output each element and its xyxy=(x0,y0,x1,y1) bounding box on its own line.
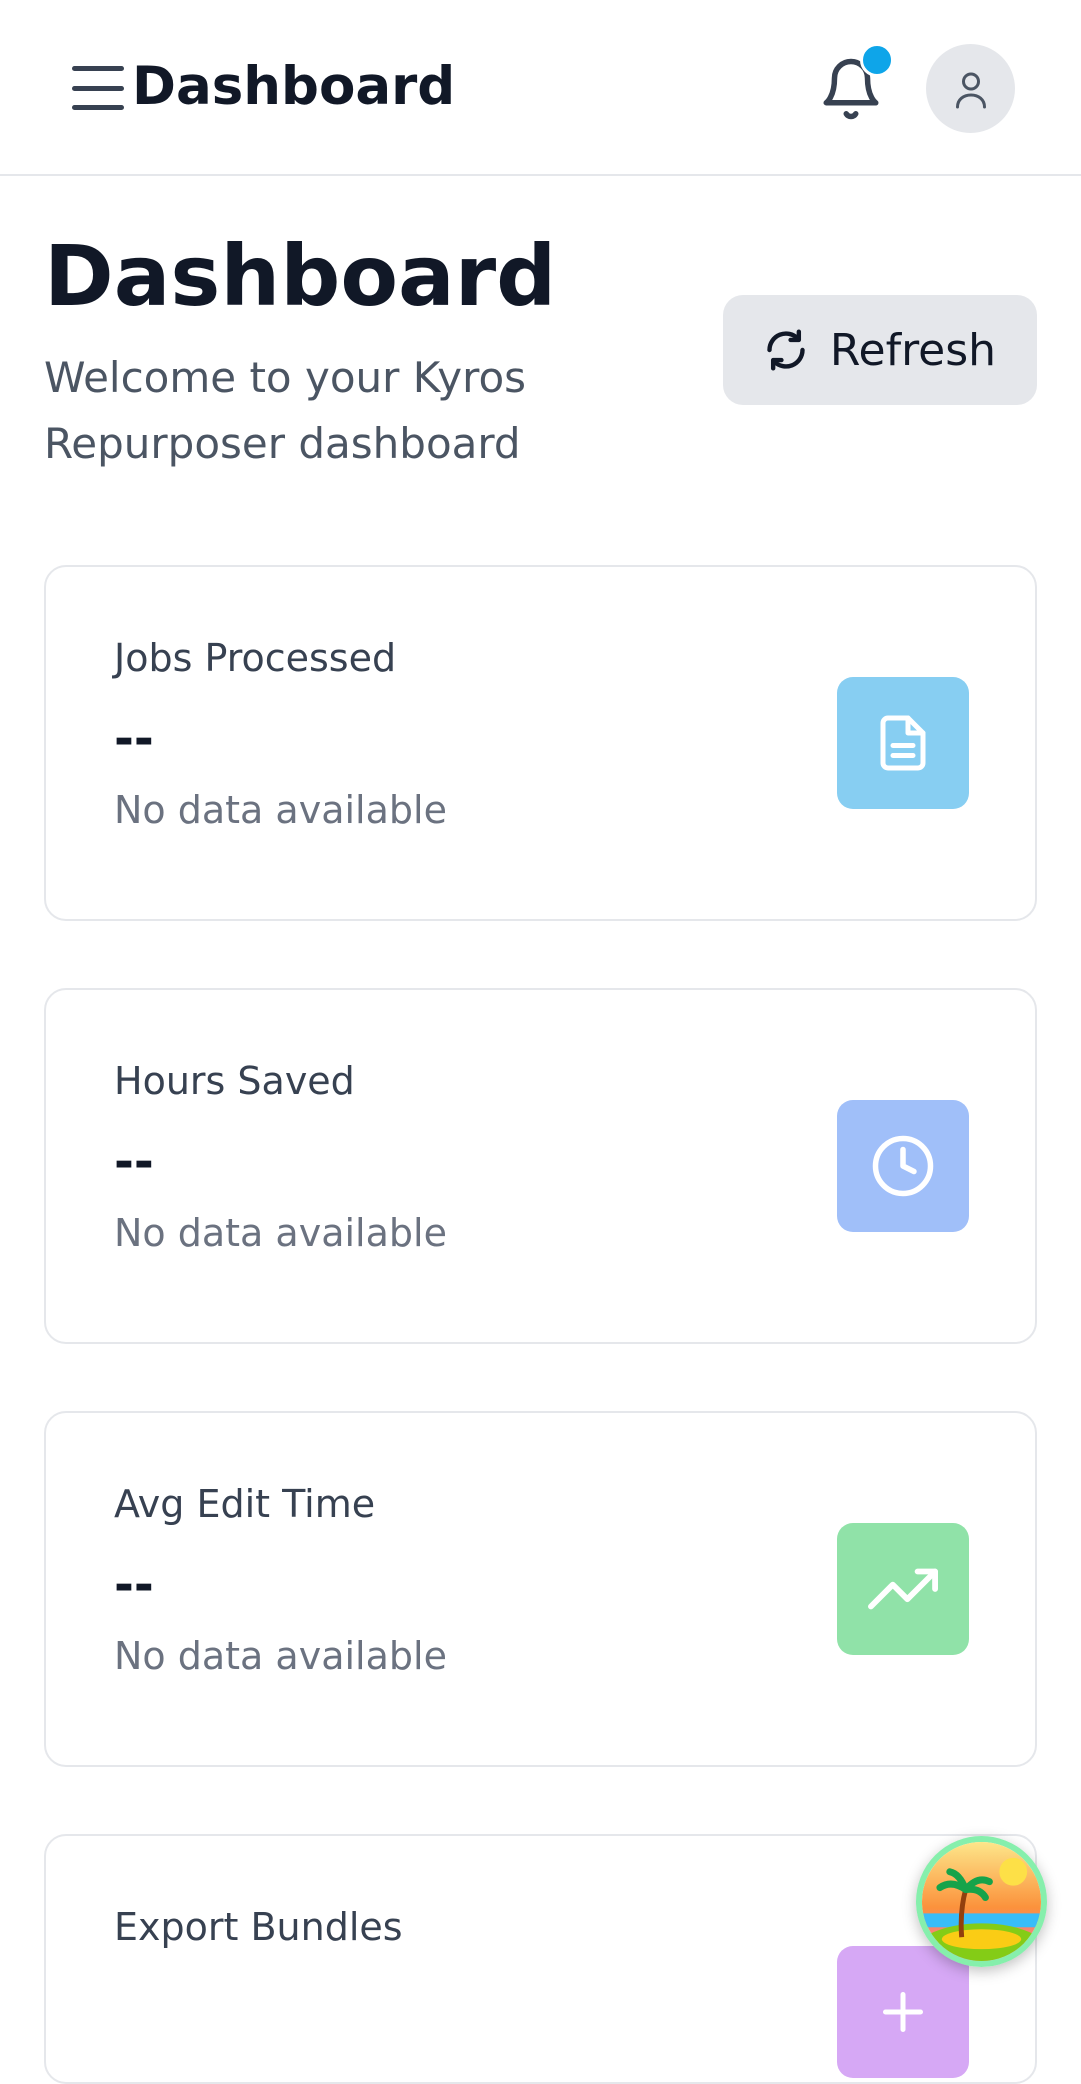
avatar[interactable] xyxy=(926,44,1015,133)
island-beach-icon xyxy=(922,1842,1041,1961)
stat-card-export-bundles: Export Bundles xyxy=(44,1834,1037,2084)
stat-card-value: -- xyxy=(114,711,154,767)
topbar-title: Dashboard xyxy=(132,56,456,117)
notification-dot xyxy=(860,43,894,77)
stat-card-note: No data available xyxy=(114,1211,447,1255)
refresh-icon xyxy=(767,329,805,371)
stat-card-title: Hours Saved xyxy=(114,1059,355,1103)
refresh-label: Refresh xyxy=(829,324,997,376)
stat-card-hours-saved: Hours Saved -- No data available xyxy=(44,988,1037,1344)
stat-card-title: Jobs Processed xyxy=(114,636,397,680)
top-bar: Dashboard xyxy=(0,0,1081,176)
page-subtitle: Welcome to your Kyros Repurposer dashboa… xyxy=(44,353,527,468)
stat-card-note: No data available xyxy=(114,788,447,832)
clock-icon xyxy=(837,1100,969,1232)
document-icon xyxy=(837,677,969,809)
stat-card-value: -- xyxy=(114,1557,154,1613)
user-icon xyxy=(955,72,986,108)
page-title: Dashboard xyxy=(44,227,557,325)
refresh-button[interactable]: Refresh xyxy=(723,295,1037,405)
stat-card-note: No data available xyxy=(114,1634,447,1678)
stat-card-value: -- xyxy=(114,1134,154,1190)
stat-card-title: Export Bundles xyxy=(114,1905,403,1949)
plus-icon xyxy=(837,1946,969,2078)
stat-card-title: Avg Edit Time xyxy=(114,1482,376,1526)
floating-assistant-button[interactable] xyxy=(916,1836,1047,1967)
stat-card-jobs-processed: Jobs Processed -- No data available xyxy=(44,565,1037,921)
hamburger-menu-icon[interactable] xyxy=(72,66,124,110)
stat-card-avg-edit-time: Avg Edit Time -- No data available xyxy=(44,1411,1037,1767)
trending-up-icon xyxy=(837,1523,969,1655)
